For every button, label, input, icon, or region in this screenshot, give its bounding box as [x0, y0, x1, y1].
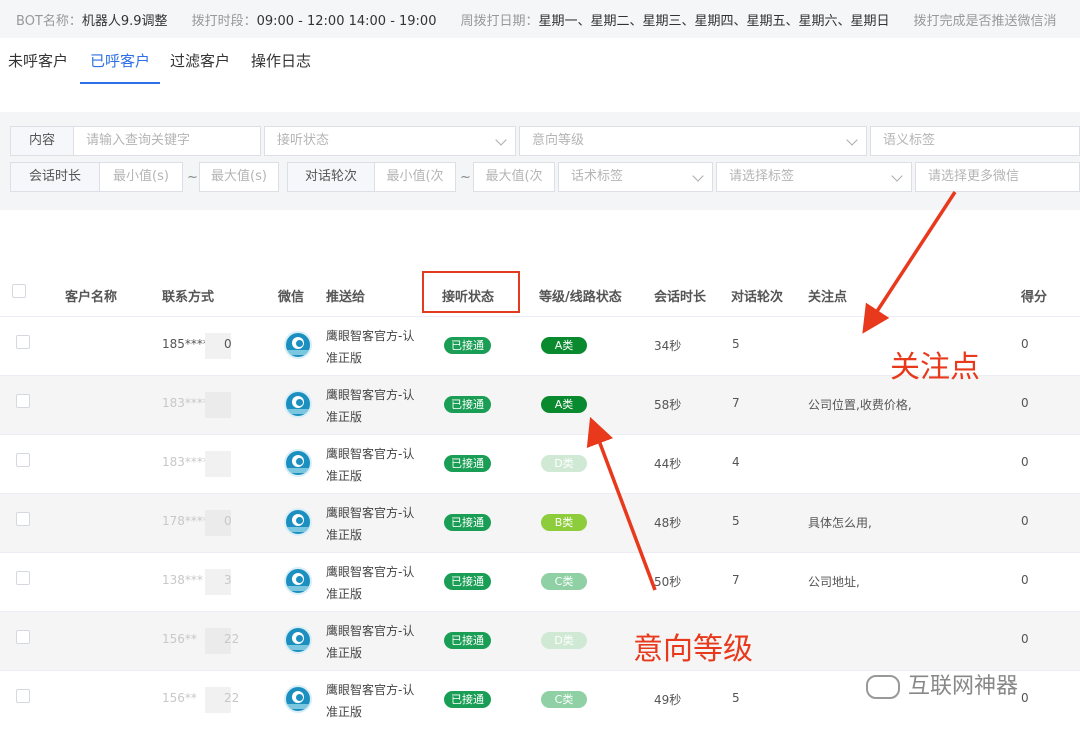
watermark-text: 互联网神器	[908, 674, 1019, 699]
annotation-focus-point: 关注点	[890, 350, 980, 385]
annotation-intent-level: 意向等级	[633, 632, 753, 667]
arrow-to-focus-point	[862, 191, 957, 334]
watermark: 互联网神器	[866, 668, 1018, 700]
wechat-logo-icon	[866, 675, 900, 699]
arrow-to-intent-level	[586, 416, 657, 591]
